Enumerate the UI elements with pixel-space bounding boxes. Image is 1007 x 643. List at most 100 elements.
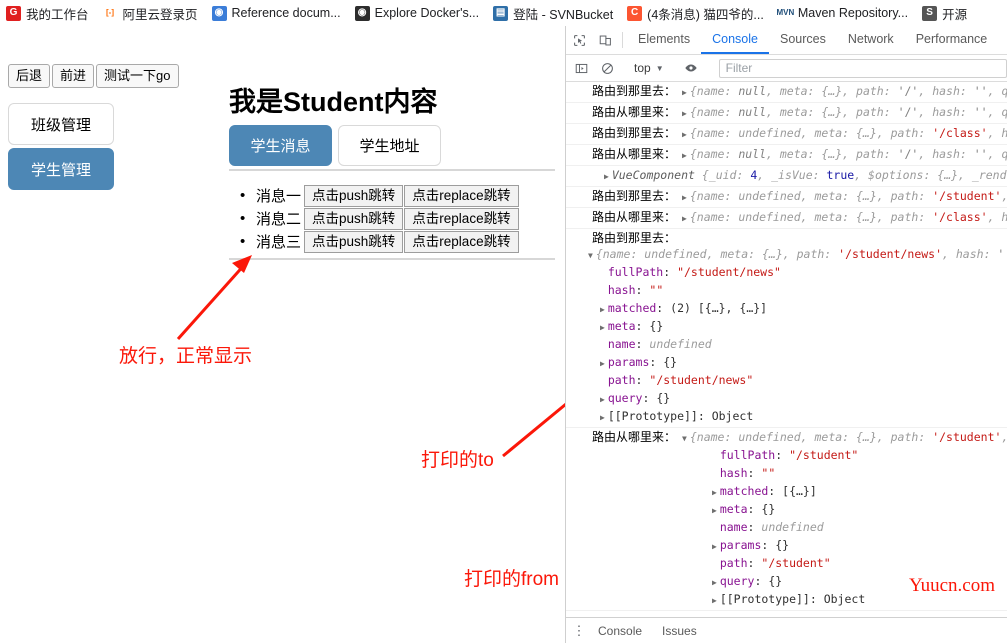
expand-triangle-icon[interactable]: ▶: [682, 106, 687, 122]
console-token: , que: [987, 147, 1007, 161]
console-log-row[interactable]: 路由到那里去： ▼ {name: undefined, meta: {…}, pat…: [566, 229, 1007, 428]
devtools-tab[interactable]: Performance: [905, 26, 999, 54]
devtools-tab[interactable]: Network: [837, 26, 905, 54]
device-toggle-icon[interactable]: [592, 26, 618, 54]
collapse-triangle-icon[interactable]: ▼: [588, 248, 593, 264]
devtools-tab[interactable]: Elements: [627, 26, 701, 54]
sidebar-item-student-management[interactable]: 学生管理: [8, 148, 114, 190]
expand-triangle-icon[interactable]: ▶: [712, 485, 717, 501]
expand-triangle-icon[interactable]: ▶: [600, 356, 605, 372]
bookmark-item[interactable]: [-] 阿里云登录页: [103, 4, 198, 23]
kebab-menu-icon[interactable]: ⋮: [570, 624, 588, 637]
expand-triangle-icon[interactable]: ▶: [712, 503, 717, 519]
console-object-property[interactable]: ▶ params: {}: [574, 537, 1007, 555]
bookmark-item[interactable]: ▤ 登陆 - SVNBucket: [493, 4, 613, 23]
expand-triangle-icon[interactable]: ▶: [682, 127, 687, 143]
console-filter-input[interactable]: Filter: [718, 58, 1007, 78]
drawer-tab[interactable]: Issues: [652, 624, 707, 638]
expand-triangle-icon[interactable]: ▶: [682, 211, 687, 227]
console-object-property[interactable]: hash: "": [574, 465, 1007, 483]
nav-button[interactable]: 测试一下go: [96, 64, 179, 88]
console-log-row[interactable]: 路由到那里去： ▶ {name: undefined, meta: {…}, pat…: [566, 187, 1007, 208]
console-token: '/student/news': [838, 247, 943, 261]
annotation-arrow-1: [176, 255, 252, 341]
push-navigate-button[interactable]: 点击push跳转: [304, 207, 404, 230]
expand-triangle-icon[interactable]: ▶: [682, 148, 687, 164]
console-log-row[interactable]: 路由从哪里来： ▶ {name: null, meta: {…}, path: '/…: [566, 103, 1007, 124]
bookmark-item[interactable]: ◉ Explore Docker's...: [354, 5, 479, 21]
bookmark-item[interactable]: ◉ Reference docum...: [211, 5, 341, 21]
expand-triangle-icon[interactable]: ▶: [712, 593, 717, 609]
devtools-tab[interactable]: Sources: [769, 26, 837, 54]
console-sidebar-icon[interactable]: [568, 62, 594, 75]
console-object-head[interactable]: ▼ {name: undefined, meta: {…}, path: '/st…: [574, 246, 1007, 264]
bookmark-item[interactable]: G 我的工作台: [6, 4, 89, 23]
content-tab[interactable]: 学生地址: [338, 125, 441, 166]
bookmark-item[interactable]: C (4条消息) 猫四爷的...: [627, 4, 764, 23]
execution-context-select[interactable]: top ▼: [629, 61, 669, 75]
console-object-property[interactable]: ▶ meta: {}: [574, 318, 1007, 336]
console-object-property[interactable]: ▶ query: {}: [574, 390, 1007, 408]
expand-triangle-icon[interactable]: ▶: [600, 392, 605, 408]
push-navigate-button[interactable]: 点击push跳转: [304, 230, 404, 253]
console-object-property[interactable]: fullPath: "/student": [574, 447, 1007, 465]
expand-triangle-icon[interactable]: ▶: [682, 190, 687, 206]
console-object-property[interactable]: ▶ matched: [{…}]: [574, 483, 1007, 501]
console-token: , hash:: [918, 147, 974, 161]
console-object-head[interactable]: 路由从哪里来： ▼ {name: undefined, meta: {…}, pat…: [574, 429, 1007, 447]
replace-navigate-button[interactable]: 点击replace跳转: [404, 230, 519, 253]
console-object-property[interactable]: path: "/student": [574, 555, 1007, 573]
push-navigate-button[interactable]: 点击push跳转: [304, 184, 404, 207]
sidebar-item-class-management[interactable]: 班级管理: [8, 103, 114, 145]
console-log-row[interactable]: 路由从哪里来： ▶ {name: undefined, meta: {…}, pat…: [566, 208, 1007, 229]
console-object-property[interactable]: name: undefined: [574, 519, 1007, 537]
property-value: {}: [663, 355, 678, 369]
expand-triangle-icon[interactable]: ▶: [682, 85, 687, 101]
bookmark-item[interactable]: MVN Maven Repository...: [776, 6, 908, 21]
console-object-property[interactable]: name: undefined: [574, 336, 1007, 354]
console-log-row[interactable]: 路由到那里去： ▶ {name: null, meta: {…}, path: '/…: [566, 82, 1007, 103]
console-object-property[interactable]: path: "/student/news": [574, 372, 1007, 390]
console-log-row[interactable]: 路由从哪里来： ▶ {name: null, meta: {…}, path: '/…: [566, 145, 1007, 166]
console-log-row[interactable]: ▶ VueComponent {_uid: 4, _isVue: true, $o…: [566, 166, 1007, 187]
property-key: path: [719, 556, 748, 570]
property-value: {}: [656, 391, 671, 405]
devtools-tab[interactable]: Console: [701, 26, 769, 54]
expand-triangle-icon[interactable]: ▶: [604, 169, 609, 185]
property-key: params: [607, 355, 650, 369]
property-value: {}: [768, 574, 783, 588]
expand-triangle-icon[interactable]: ▶: [712, 575, 717, 591]
console-log-area[interactable]: 路由到那里去： ▶ {name: null, meta: {…}, path: '/…: [566, 82, 1007, 643]
expand-triangle-icon[interactable]: ▶: [600, 410, 605, 426]
console-object-property[interactable]: ▶ [[Prototype]]: Object: [574, 408, 1007, 426]
eye-live-expression-icon[interactable]: [678, 61, 704, 75]
property-separator: :: [761, 538, 776, 552]
execution-context-label: top: [634, 61, 651, 75]
expand-triangle-icon[interactable]: ▶: [600, 320, 605, 336]
console-object-property[interactable]: ▶ meta: {}: [574, 501, 1007, 519]
bookmarks-bar: G 我的工作台 [-] 阿里云登录页 ◉ Reference docum... ◉ Explo…: [0, 0, 1007, 26]
replace-navigate-button[interactable]: 点击replace跳转: [404, 184, 519, 207]
expand-triangle-icon[interactable]: ▶: [712, 539, 717, 555]
console-object-property[interactable]: ▶ params: {}: [574, 354, 1007, 372]
clear-console-icon[interactable]: [594, 62, 620, 75]
chevron-down-icon: ▼: [655, 63, 664, 73]
console-object-property[interactable]: fullPath: "/student/news": [574, 264, 1007, 282]
content-tab[interactable]: 学生消息: [229, 125, 332, 166]
expand-triangle-icon[interactable]: ▶: [600, 302, 605, 318]
toolbar-separator: [622, 32, 623, 48]
bookmark-item[interactable]: S 开源: [922, 4, 967, 23]
nav-button[interactable]: 后退: [8, 64, 51, 88]
replace-navigate-button[interactable]: 点击replace跳转: [404, 207, 519, 230]
nav-button[interactable]: 前进: [52, 64, 95, 88]
console-object-property[interactable]: ▶ matched: (2) [{…}, {…}]: [574, 300, 1007, 318]
property-key: matched: [719, 484, 769, 498]
console-log-row[interactable]: 路由到那里去： ▶ {name: undefined, meta: {…}, pat…: [566, 124, 1007, 145]
watermark: Yuucn.com: [908, 575, 995, 596]
collapse-triangle-icon[interactable]: ▼: [682, 431, 687, 447]
console-token: , h: [1001, 189, 1007, 203]
drawer-tab[interactable]: Console: [588, 624, 652, 638]
cursor-inspect-icon[interactable]: [566, 26, 592, 54]
console-object-property[interactable]: hash: "": [574, 282, 1007, 300]
prop-spacer: [712, 449, 717, 465]
